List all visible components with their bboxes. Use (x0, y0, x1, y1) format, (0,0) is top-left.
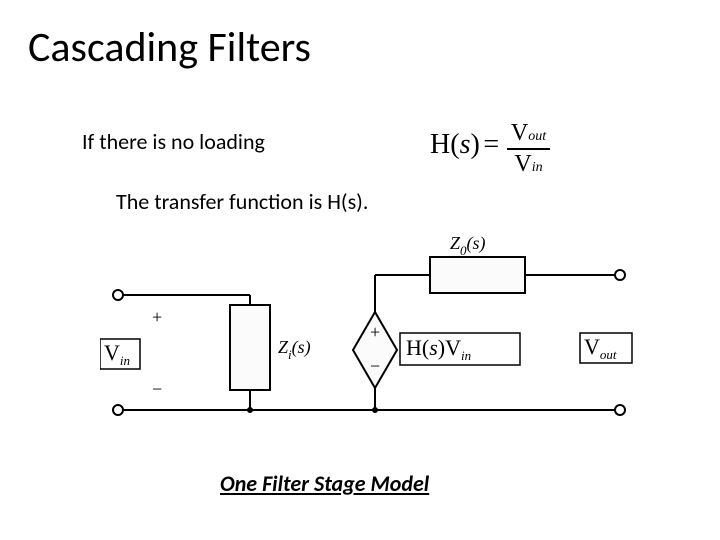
eq-num-sub: out (528, 129, 546, 144)
eq-lhs-arg: s (460, 129, 471, 160)
eq-equals: = (483, 129, 499, 160)
eq-lhs-fn: H (430, 129, 450, 160)
eq-den-sym: V (514, 151, 531, 177)
svg-text:Vout: Vout (584, 334, 617, 362)
svg-text:Vin: Vin (104, 340, 130, 368)
svg-text:−: − (152, 379, 162, 399)
caption-stage-model: One Filter Stage Model (220, 470, 429, 497)
text-no-loading: If there is no loading (82, 128, 265, 155)
svg-text:+: + (370, 322, 380, 342)
text-transfer-fn: The transfer function is H(s). (116, 188, 368, 215)
eq-den-sub: in (532, 160, 543, 175)
equation-hs: H(s) = Vout Vin (430, 120, 550, 178)
eq-num-sym: V (511, 120, 528, 146)
svg-text:+: + (152, 307, 162, 327)
svg-text:H(s)Vin: H(s)Vin (406, 335, 471, 363)
circuit-diagram: Zi(s) + − Z0(s) + − (100, 235, 640, 455)
slide-title: Cascading Filters (28, 22, 311, 73)
svg-text:−: − (370, 356, 380, 376)
svg-text:Z0(s): Z0(s) (450, 235, 486, 258)
svg-text:Zi(s): Zi(s) (278, 337, 311, 362)
